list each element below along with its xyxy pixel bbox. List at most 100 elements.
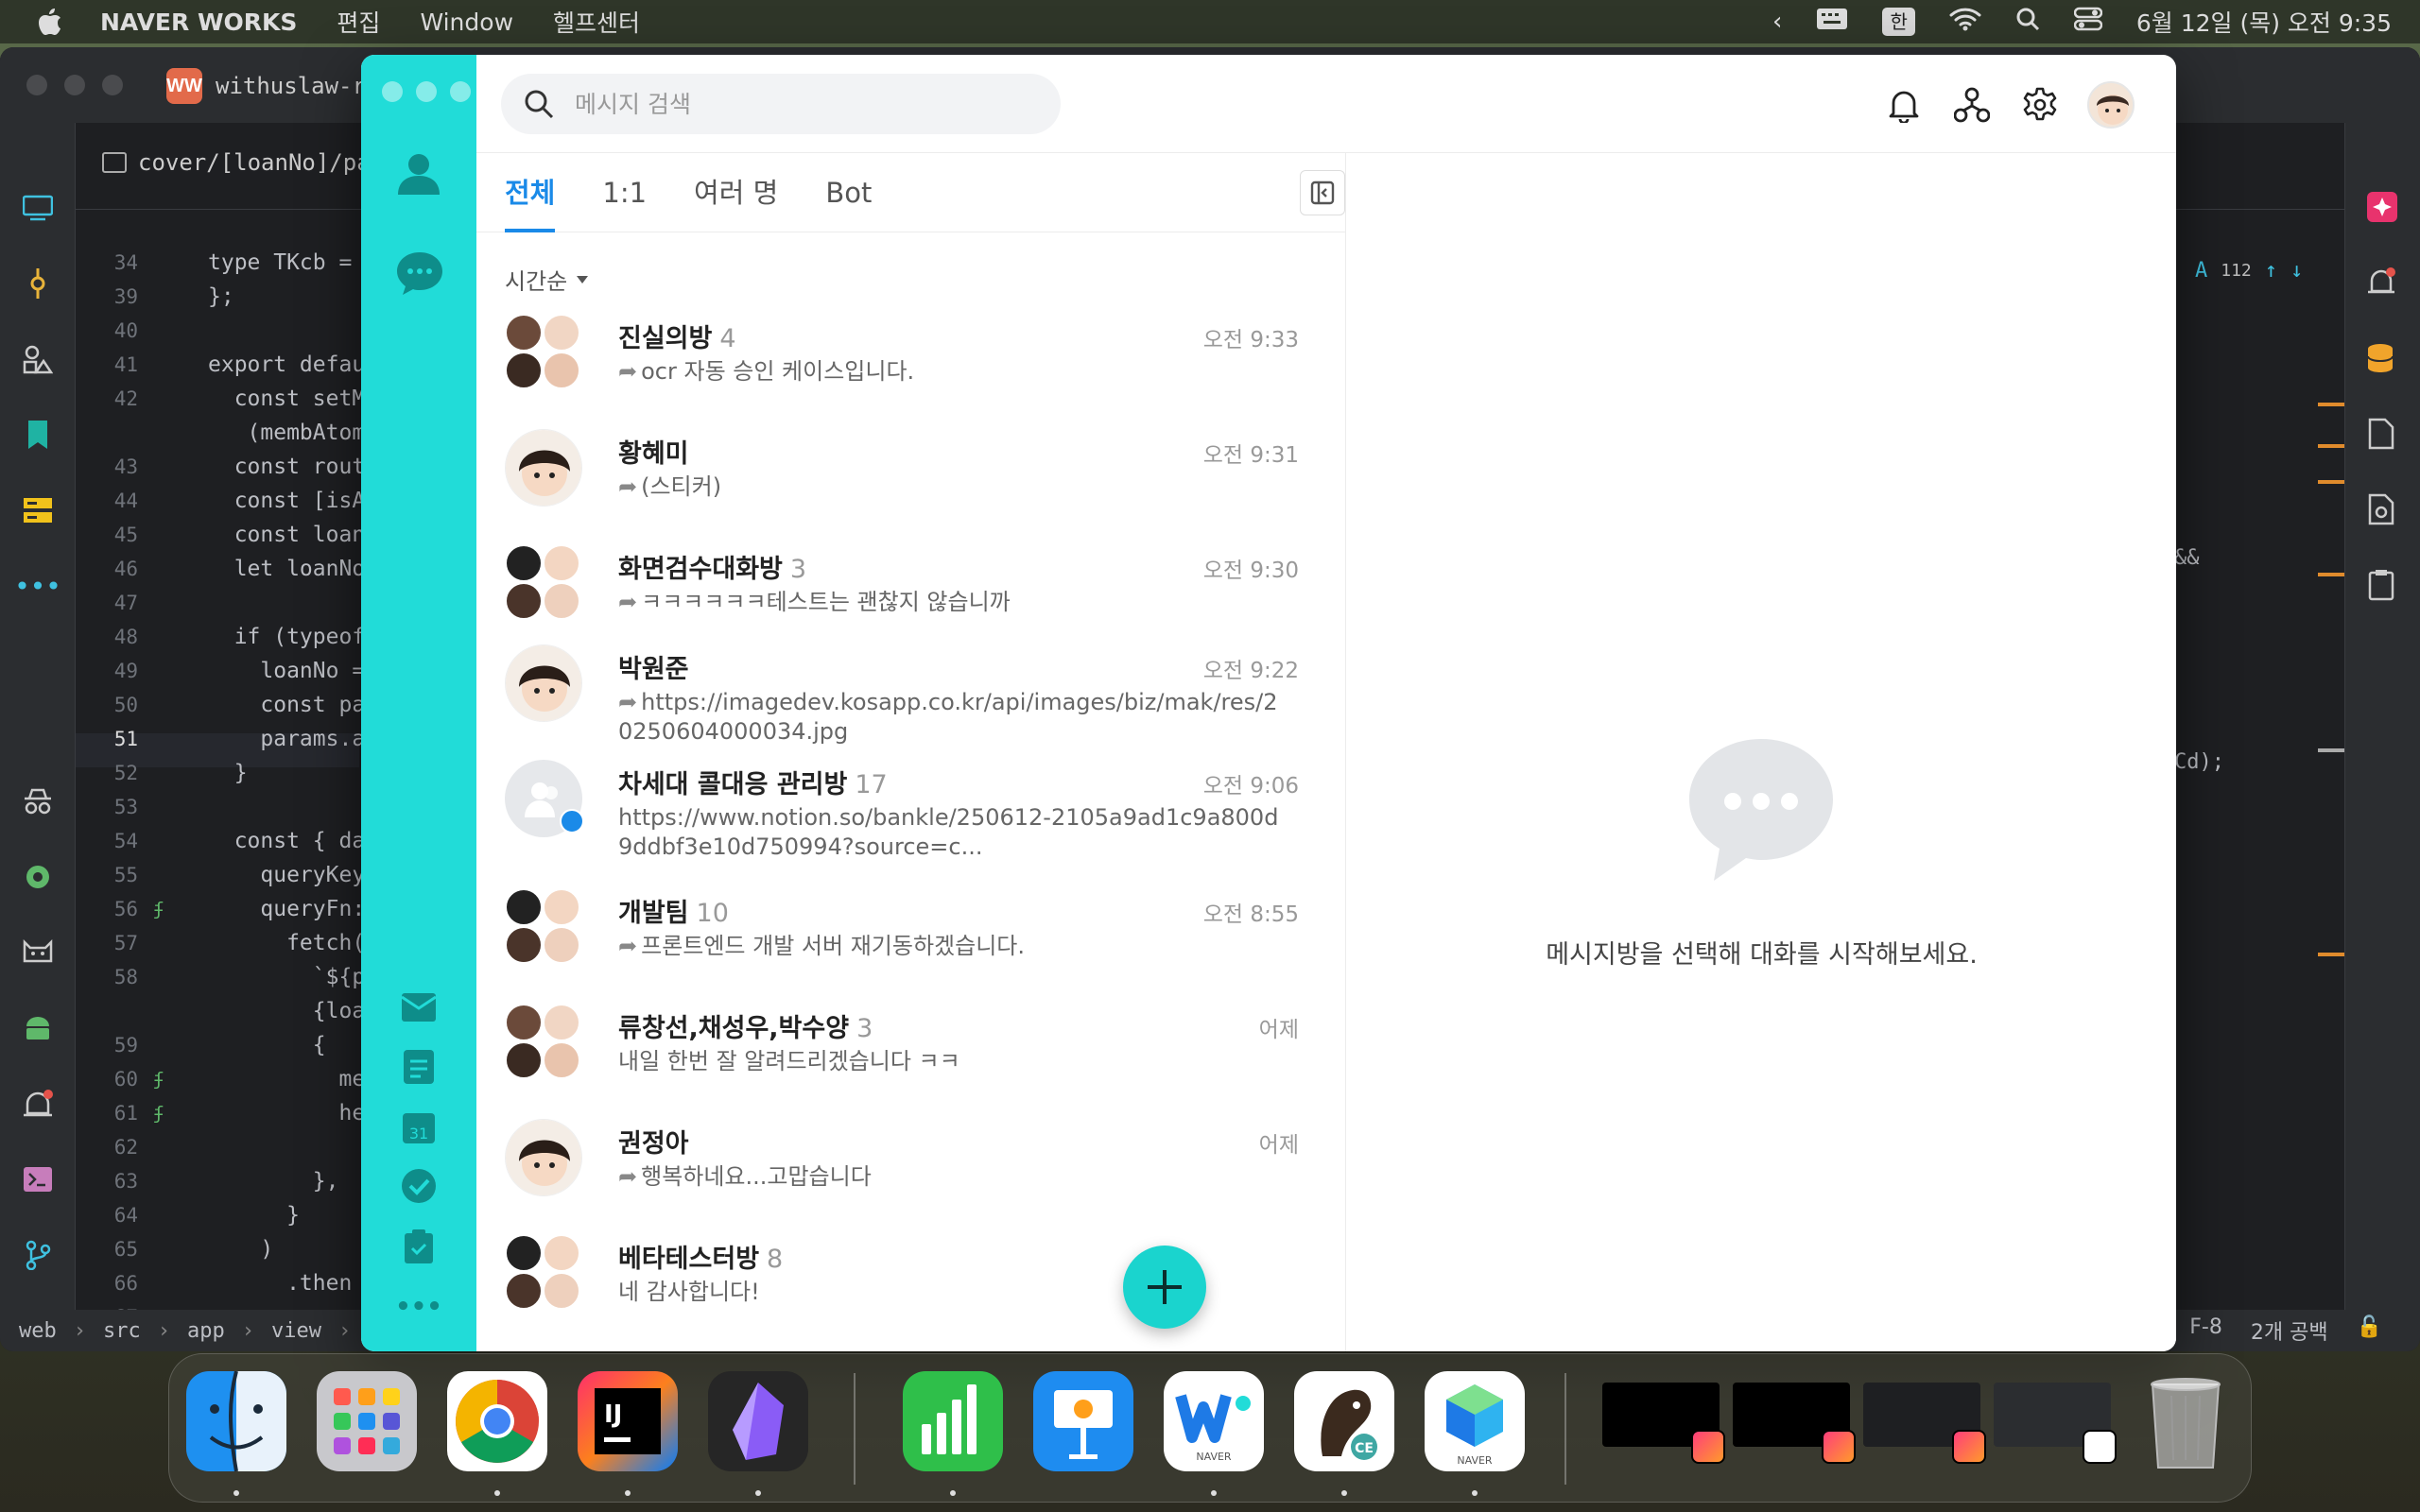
breadcrumb-item[interactable]: app	[187, 1319, 225, 1343]
database-icon[interactable]	[2366, 342, 2400, 376]
ai-assistant-icon[interactable]	[2366, 191, 2400, 225]
breadcrumb-item[interactable]: src	[103, 1319, 141, 1343]
tab-one-to-one[interactable]: 1:1	[602, 153, 647, 232]
wifi-icon[interactable]	[1949, 7, 1981, 37]
document-user-icon[interactable]	[2366, 418, 2400, 452]
arrow-up-icon[interactable]: ↑	[2265, 259, 2277, 283]
encoding-indicator[interactable]: F-8	[2189, 1315, 2222, 1346]
editor-tab[interactable]: cover/[loanNo]/pag	[102, 149, 384, 176]
chat-room-item[interactable]: 베타테스터방 8 네 감사합니다!	[476, 1223, 1345, 1344]
services-icon[interactable]	[21, 493, 55, 527]
scroll-marker[interactable]	[2318, 480, 2344, 484]
arrow-down-icon[interactable]: ↓	[2290, 259, 2303, 283]
mail-icon[interactable]	[395, 983, 442, 1030]
board-icon[interactable]	[395, 1043, 442, 1091]
alarm-icon[interactable]	[21, 1087, 55, 1121]
breadcrumb-item[interactable]: view	[271, 1319, 321, 1343]
scroll-marker[interactable]	[2318, 403, 2344, 406]
more-apps-icon[interactable]: •••	[395, 1283, 442, 1331]
collapse-panel-button[interactable]	[1300, 170, 1345, 215]
more-tools-icon[interactable]: •••	[14, 569, 61, 603]
menu-window[interactable]: Window	[420, 9, 513, 36]
org-chart-icon[interactable]	[1951, 84, 1993, 126]
scroll-thumb[interactable]	[2318, 748, 2344, 752]
minimized-window-thumbnail[interactable]	[1863, 1383, 1986, 1464]
search-input[interactable]	[575, 90, 1028, 118]
android-icon[interactable]	[21, 1011, 55, 1045]
intellij-icon[interactable]: IJ	[578, 1371, 678, 1471]
clipboard-icon[interactable]	[2366, 569, 2400, 603]
works-window-controls[interactable]	[382, 81, 471, 102]
menu-help[interactable]: 헬프센터	[553, 5, 640, 39]
chat-room-item[interactable]: 진실의방 4 오전 9:33 ➦ ocr 자동 승인 케이스입니다.	[476, 302, 1345, 423]
indent-indicator[interactable]: 2개 공백	[2251, 1315, 2328, 1346]
calendar-icon[interactable]: 31	[395, 1104, 442, 1151]
new-chat-button[interactable]	[1123, 1246, 1206, 1329]
notifications-icon[interactable]	[2366, 266, 2400, 301]
menu-edit[interactable]: 편집	[337, 5, 380, 39]
structure-icon[interactable]	[21, 342, 55, 376]
menubar-clock[interactable]: 6월 12일 (목) 오전 9:35	[2136, 5, 2392, 39]
spotlight-search-icon[interactable]	[2015, 7, 2040, 37]
gutter-run-icon[interactable]: ʄ	[153, 1096, 164, 1130]
chat-room-item[interactable]: 황혜미 오전 9:31 ➦ (스티커)	[476, 418, 1345, 539]
commit-icon[interactable]	[21, 266, 55, 301]
approval-icon[interactable]	[395, 1223, 442, 1270]
naver-works-icon[interactable]: NAVER	[1164, 1371, 1264, 1471]
chat-room-item[interactable]: 박원준 오전 9:22 ➦ https://imagedev.kosapp.co.kr…	[476, 633, 1345, 754]
numbers-icon[interactable]	[903, 1371, 1003, 1471]
gutter-run-icon[interactable]: ʄ	[153, 892, 164, 926]
lock-icon[interactable]: 🔓	[2357, 1315, 2382, 1346]
settings-icon[interactable]	[21, 860, 55, 894]
chrome-icon[interactable]	[447, 1371, 547, 1471]
bell-icon[interactable]	[1883, 84, 1925, 126]
keynote-icon[interactable]	[1033, 1371, 1133, 1471]
cat-icon[interactable]	[21, 936, 55, 970]
scroll-marker[interactable]	[2318, 573, 2344, 576]
document-search-icon[interactable]	[2366, 493, 2400, 527]
naver-drive-icon[interactable]: NAVER	[1425, 1371, 1525, 1471]
tab-group[interactable]: 여러 명	[694, 153, 778, 232]
menubar-app-name[interactable]: NAVER WORKS	[100, 9, 297, 36]
dbeaver-icon[interactable]: CE	[1294, 1371, 1394, 1471]
code-editor[interactable]: type TKcb = }; export defau const setMe (…	[208, 246, 378, 1334]
inspection-widget[interactable]: A 112 ↑ ↓	[2195, 259, 2303, 283]
tab-all[interactable]: 전체	[505, 153, 556, 232]
apple-icon[interactable]	[36, 8, 64, 36]
finder-icon[interactable]	[186, 1371, 286, 1471]
contacts-icon[interactable]	[395, 149, 442, 197]
minimized-window-thumbnail[interactable]	[1733, 1383, 1856, 1464]
launchpad-icon[interactable]	[317, 1371, 417, 1471]
terminal-icon[interactable]	[21, 1162, 55, 1196]
chat-room-item[interactable]: 류창선,채성우,박수양 3 어제 내일 한번 잘 알려드리겠습니다 ㅋㅋ	[476, 992, 1345, 1113]
ide-project-selector[interactable]: WW withuslaw-re	[166, 68, 379, 104]
bookmarks-icon[interactable]	[21, 418, 55, 452]
gutter-run-icon[interactable]: ʄ	[153, 1062, 164, 1096]
chat-room-item[interactable]: 개발팀 10 오전 8:55 ➦ 프론트엔드 개발 서버 재기동하겠습니다.	[476, 877, 1345, 998]
chat-room-item[interactable]: 권정아 어제 ➦ 행복하네요...고맙습니다	[476, 1108, 1345, 1228]
monitor-icon[interactable]	[21, 191, 55, 225]
message-search[interactable]	[501, 74, 1061, 134]
tab-bot[interactable]: Bot	[825, 153, 872, 232]
last-message-preview: 내일 한번 잘 알려드리겠습니다 ㅋㅋ	[618, 1047, 1280, 1076]
chat-room-item[interactable]: 차세대 콜대응 관리방 17 오전 9:06 https://www.notion.s…	[476, 748, 1345, 869]
git-branch-icon[interactable]	[21, 1238, 55, 1272]
trash-icon[interactable]	[2135, 1371, 2236, 1471]
input-source-indicator[interactable]: 한	[1882, 8, 1915, 36]
ide-window-controls[interactable]	[26, 75, 123, 95]
incognito-icon[interactable]	[21, 784, 55, 818]
my-profile-avatar[interactable]	[2087, 81, 2135, 129]
minimized-window-thumbnail[interactable]	[1994, 1383, 2117, 1464]
settings-gear-icon[interactable]	[2019, 84, 2061, 126]
breadcrumb-item[interactable]: web	[19, 1319, 57, 1343]
control-center-icon[interactable]	[2073, 7, 2103, 37]
chevron-left-icon[interactable]: ‹	[1772, 8, 1782, 36]
sort-dropdown[interactable]: 시간순	[505, 263, 589, 296]
message-icon[interactable]	[395, 249, 442, 297]
scroll-marker[interactable]	[2318, 444, 2344, 448]
scroll-marker[interactable]	[2318, 953, 2344, 956]
task-check-icon[interactable]	[395, 1162, 442, 1210]
keyboard-icon[interactable]	[1816, 8, 1848, 36]
minimized-window-thumbnail[interactable]	[1602, 1383, 1725, 1464]
obsidian-icon[interactable]	[708, 1371, 808, 1471]
